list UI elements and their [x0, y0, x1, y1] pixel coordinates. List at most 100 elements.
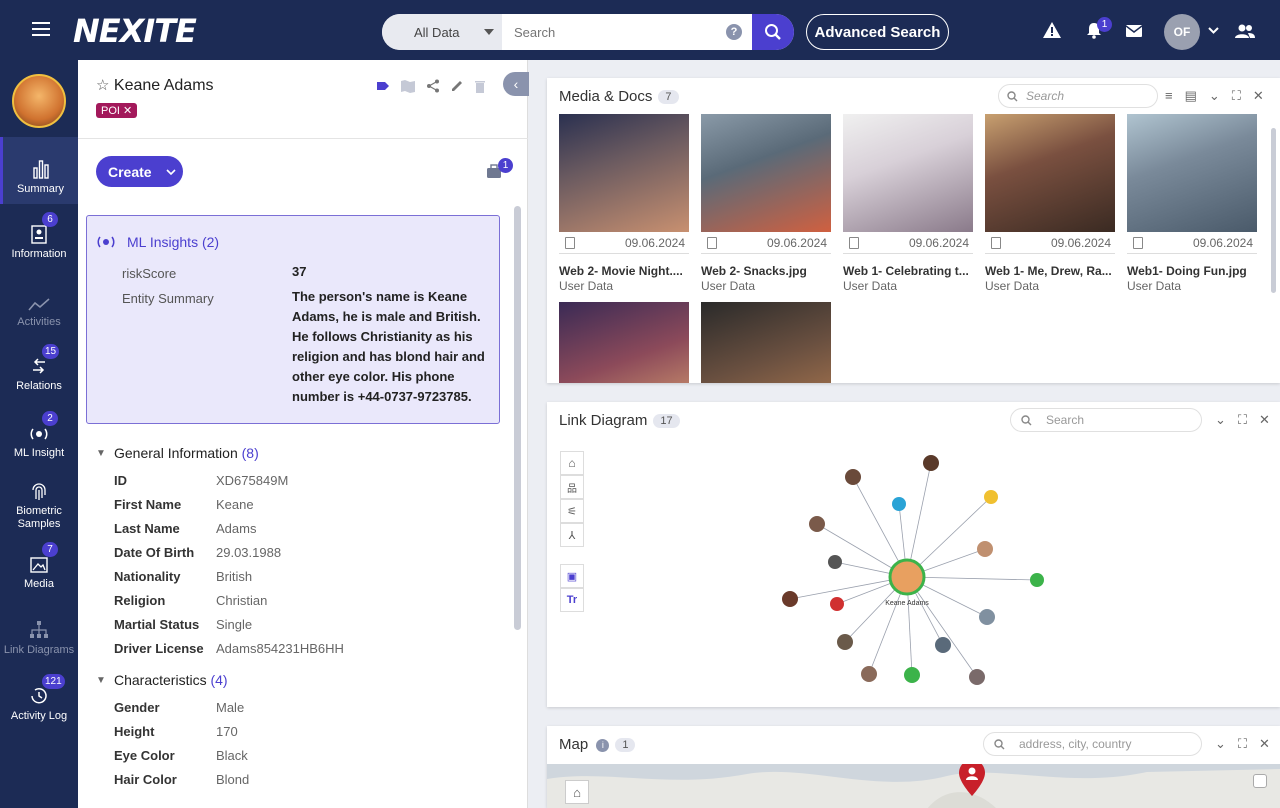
- nav-item-summary[interactable]: Summary: [0, 137, 78, 204]
- help-icon[interactable]: ?: [726, 24, 742, 40]
- expand-icon[interactable]: ⛶: [1238, 736, 1247, 752]
- characteristics-header[interactable]: Characteristics (4): [114, 672, 228, 688]
- nav-item-activity-log[interactable]: 121 Activity Log: [0, 674, 78, 722]
- collapse-panel-button[interactable]: ‹: [503, 72, 529, 96]
- search-button[interactable]: [752, 14, 794, 50]
- media-thumbnail[interactable]: [559, 114, 689, 232]
- briefcase-button[interactable]: 1: [486, 158, 513, 183]
- media-thumbnail[interactable]: [1127, 114, 1257, 232]
- settings-tool[interactable]: ⚟: [560, 499, 584, 523]
- nav-item-relations[interactable]: 15 Relations: [0, 344, 78, 392]
- entity-avatar[interactable]: [12, 74, 66, 128]
- link-graph[interactable]: Keane Adams: [747, 447, 1087, 707]
- user-avatar[interactable]: OF: [1164, 14, 1200, 50]
- filter-icon[interactable]: ≡: [1165, 88, 1173, 104]
- image-icon: ▣: [566, 570, 578, 583]
- characteristics-title: Characteristics: [114, 672, 207, 688]
- global-search-input[interactable]: [502, 14, 726, 50]
- map-checkbox[interactable]: [1253, 774, 1267, 788]
- media-thumbnail[interactable]: [985, 114, 1115, 232]
- chevron-down-icon[interactable]: ⌄: [1215, 736, 1226, 752]
- entity-title: ☆ Keane Adams: [96, 76, 214, 95]
- remove-tag-icon[interactable]: ✕: [123, 105, 132, 117]
- chevron-down-icon: [166, 168, 176, 175]
- map-home-button[interactable]: ⌂: [565, 780, 589, 804]
- nav-item-link-diagrams[interactable]: Link Diagrams: [0, 614, 78, 656]
- layout-tool[interactable]: ⅄: [560, 523, 584, 547]
- map-search-input[interactable]: address, city, country: [983, 732, 1202, 756]
- caret-down-icon: [484, 29, 494, 35]
- nav-item-information[interactable]: 6 Information: [0, 212, 78, 260]
- app-logo[interactable]: NEXITE: [73, 12, 197, 50]
- poi-tag-label: POI: [101, 105, 120, 117]
- field-label: Gender: [114, 700, 160, 715]
- nav-item-activities[interactable]: Activities: [0, 286, 78, 328]
- expand-icon[interactable]: ⛶: [1238, 412, 1247, 428]
- media-image: [559, 114, 689, 232]
- advanced-search-button[interactable]: Advanced Search: [806, 14, 949, 50]
- chevron-down-icon[interactable]: ▼: [96, 448, 106, 459]
- media-image: [701, 114, 831, 232]
- scrollbar[interactable]: [514, 206, 521, 630]
- close-icon[interactable]: ✕: [1259, 736, 1270, 752]
- media-search-input[interactable]: Search: [998, 84, 1158, 108]
- hierarchy-tool[interactable]: 品: [560, 475, 584, 499]
- chevron-down-icon[interactable]: ▼: [96, 675, 106, 686]
- media-thumbnail[interactable]: [701, 302, 831, 383]
- map-book-icon[interactable]: [400, 79, 416, 93]
- trash-icon[interactable]: [474, 79, 486, 93]
- expand-icon[interactable]: ⛶: [1232, 88, 1241, 104]
- link-diagram-search-input[interactable]: Search: [1010, 408, 1202, 432]
- nav-item-media[interactable]: 7 Media: [0, 542, 78, 590]
- warning-icon[interactable]: [1043, 22, 1061, 38]
- media-thumbnail[interactable]: [843, 114, 973, 232]
- field-label: Eye Color: [114, 748, 175, 763]
- chevron-down-icon[interactable]: ⌄: [1215, 412, 1226, 428]
- share-icon[interactable]: [426, 79, 440, 93]
- media-name[interactable]: Web 1- Me, Drew, Ra...: [985, 264, 1115, 278]
- media-name[interactable]: Web 2- Movie Night....: [559, 264, 689, 278]
- media-name[interactable]: Web1- Doing Fun.jpg: [1127, 264, 1257, 278]
- id-card-icon: [31, 225, 47, 244]
- map-canvas[interactable]: ⌂: [547, 764, 1280, 808]
- info-icon[interactable]: i: [596, 738, 610, 752]
- field-value: British: [216, 569, 253, 584]
- general-info-header[interactable]: General Information (8): [114, 445, 259, 461]
- scrollbar[interactable]: [1271, 128, 1276, 293]
- divider: [78, 138, 528, 139]
- image-tool[interactable]: ▣: [560, 564, 584, 588]
- media-thumbnail[interactable]: [559, 302, 689, 383]
- media-date: 09.06.2024: [908, 236, 969, 250]
- close-icon[interactable]: ✕: [1253, 88, 1264, 104]
- search-scope-dropdown[interactable]: All Data: [382, 14, 502, 50]
- home-tool[interactable]: ⌂: [560, 451, 584, 475]
- nav-item-ml-insight[interactable]: 2 ML Insight: [0, 411, 78, 459]
- chevron-down-icon[interactable]: ⌄: [1209, 88, 1220, 104]
- field-label: Height: [114, 724, 155, 739]
- create-button[interactable]: Create: [96, 156, 183, 187]
- map-pin-icon[interactable]: [959, 764, 985, 796]
- chevron-down-icon[interactable]: [1208, 27, 1219, 34]
- media-thumbnail[interactable]: [701, 114, 831, 232]
- tag-icon[interactable]: [376, 79, 390, 93]
- close-icon[interactable]: ✕: [1259, 412, 1270, 428]
- text-tool[interactable]: Tr: [560, 588, 584, 612]
- field-value: 29.03.1988: [216, 545, 282, 560]
- person-icon: ⅄: [568, 529, 576, 542]
- briefcase-badge: 1: [498, 158, 513, 173]
- media-source: User Data: [1127, 279, 1182, 293]
- document-icon: [991, 237, 1001, 249]
- media-name[interactable]: Web 2- Snacks.jpg: [701, 264, 831, 278]
- nav-item-biometric-samples[interactable]: Biometric Samples: [0, 475, 78, 531]
- edit-icon[interactable]: [450, 79, 464, 93]
- media-name[interactable]: Web 1- Celebrating t...: [843, 264, 973, 278]
- field-value: Adams: [216, 521, 257, 536]
- mail-icon[interactable]: [1126, 25, 1142, 37]
- list-view-icon[interactable]: ▤: [1185, 88, 1197, 104]
- hamburger-menu-icon[interactable]: [32, 22, 50, 36]
- star-icon[interactable]: ☆: [96, 77, 109, 94]
- field-label: Martial Status: [114, 617, 200, 632]
- users-icon[interactable]: [1235, 24, 1255, 38]
- bar-chart-icon: [32, 160, 49, 179]
- poi-tag[interactable]: POI ✕: [96, 103, 138, 118]
